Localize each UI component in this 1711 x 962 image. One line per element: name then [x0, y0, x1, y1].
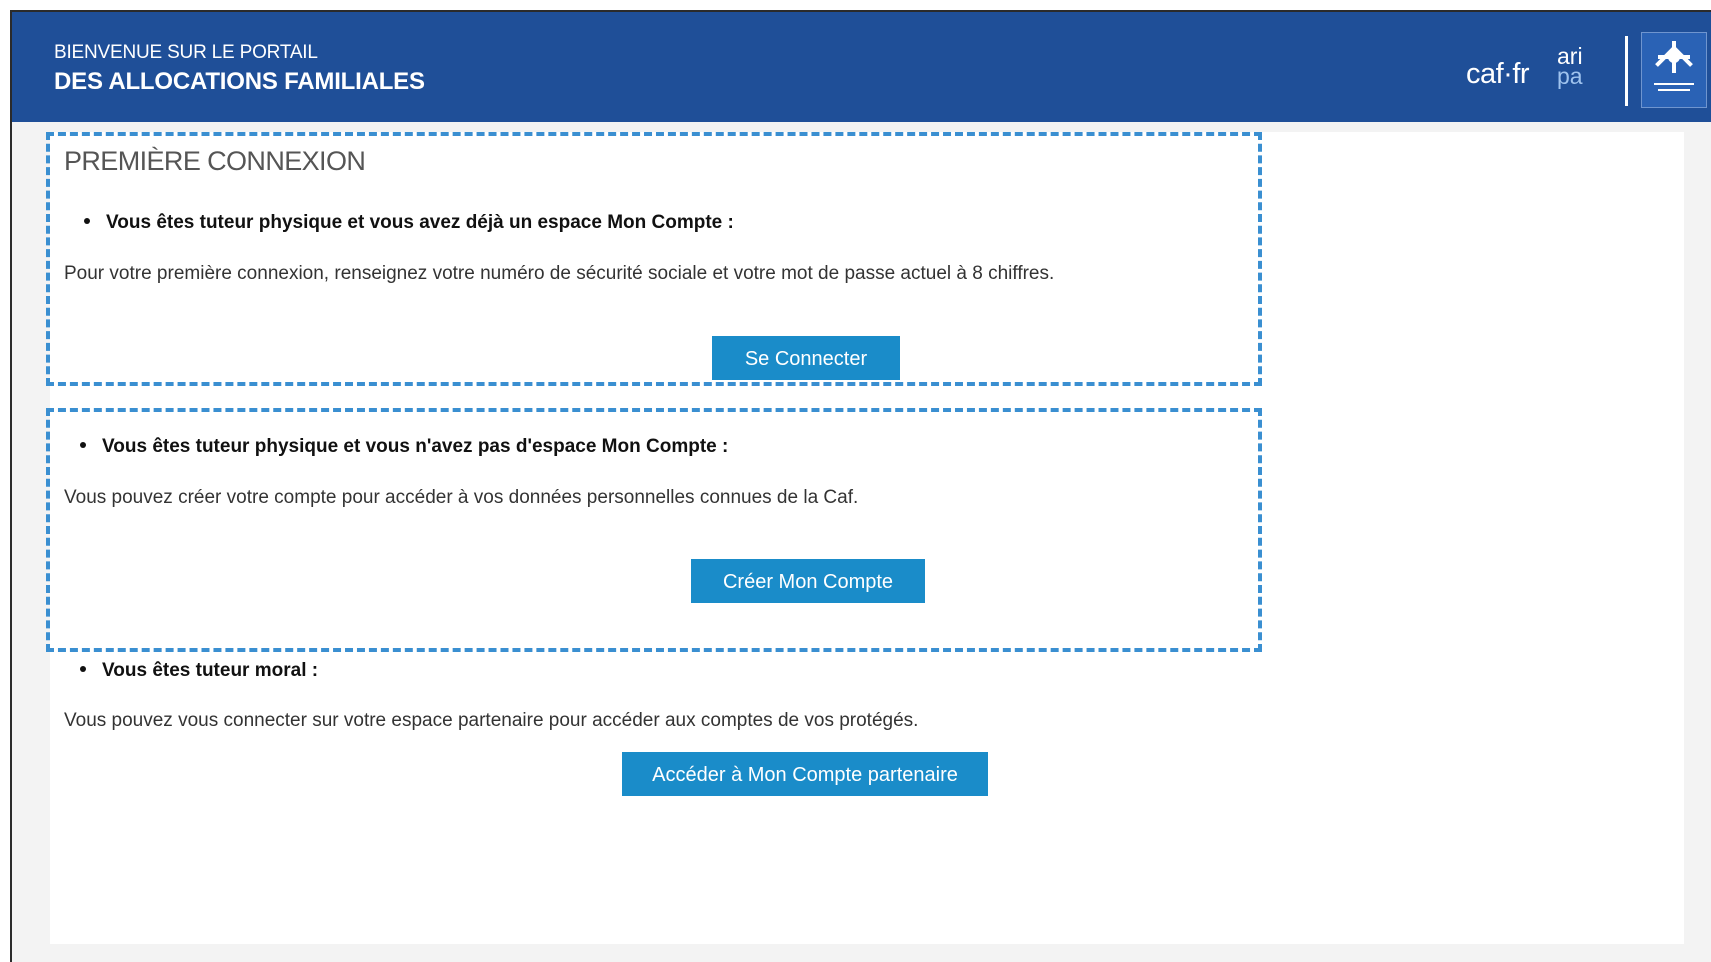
acceder-mon-compte-partenaire-button[interactable]: Accéder à Mon Compte partenaire	[622, 752, 988, 796]
logo-divider	[1625, 36, 1628, 106]
allocations-familiales-emblem-icon[interactable]	[1641, 32, 1707, 108]
se-connecter-button[interactable]: Se Connecter	[712, 336, 900, 380]
tuteur-moral-description: Vous pouvez vous connecter sur votre esp…	[64, 710, 919, 731]
existing-account-description: Pour votre première connexion, renseigne…	[64, 263, 1055, 284]
creer-mon-compte-button[interactable]: Créer Mon Compte	[691, 559, 925, 603]
section-title: PREMIÈRE CONNEXION	[64, 146, 366, 176]
bullet-existing-account: Vous êtes tuteur physique et vous avez d…	[84, 212, 734, 234]
bullet-dot	[80, 665, 86, 672]
bullet-no-account: Vous êtes tuteur physique et vous n'avez…	[80, 436, 728, 458]
aripa-logo-bottom: pa	[1557, 63, 1583, 89]
header-subtitle: BIENVENUE SUR LE PORTAIL	[54, 42, 318, 63]
bullet-dot	[84, 217, 90, 224]
bullet-tuteur-moral: Vous êtes tuteur moral :	[80, 660, 318, 682]
aripa-logo[interactable]: ari pa	[1557, 45, 1597, 94]
bullet-dot	[80, 441, 86, 448]
caf-fr-logo[interactable]: caf·fr	[1466, 58, 1530, 91]
bullet-existing-account-text: Vous êtes tuteur physique et vous avez d…	[106, 212, 734, 233]
bullet-no-account-text: Vous êtes tuteur physique et vous n'avez…	[102, 436, 729, 457]
no-account-description: Vous pouvez créer votre compte pour accé…	[64, 487, 859, 508]
browser-frame: BIENVENUE SUR LE PORTAIL DES ALLOCATIONS…	[10, 10, 1711, 962]
main-content: PREMIÈRE CONNEXION Vous êtes tuteur phys…	[46, 132, 1684, 944]
header-title: DES ALLOCATIONS FAMILIALES	[54, 68, 425, 95]
bullet-tuteur-moral-text: Vous êtes tuteur moral :	[102, 660, 319, 681]
site-header: BIENVENUE SUR LE PORTAIL DES ALLOCATIONS…	[12, 12, 1711, 122]
